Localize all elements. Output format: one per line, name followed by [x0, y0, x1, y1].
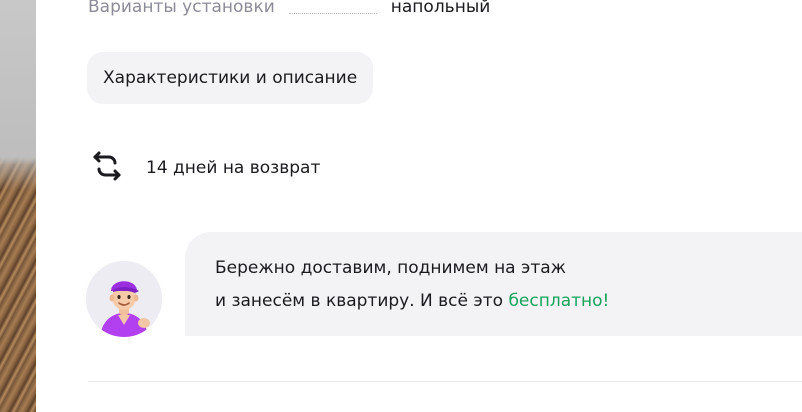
delivery-promo: Бережно доставим, поднимем на этаж и зан…	[86, 232, 802, 337]
return-arrows-icon	[90, 149, 146, 188]
delivery-line-2: и занесём в квартиру. И всё это бесплатн…	[215, 285, 795, 318]
returns-info: 14 дней на возврат	[90, 150, 320, 186]
spec-dotted-leader	[288, 12, 377, 14]
delivery-line-2-text: и занесём в квартиру. И всё это	[215, 291, 509, 311]
section-divider	[88, 381, 802, 382]
delivery-message-bubble: Бережно доставим, поднимем на этаж и зан…	[185, 232, 802, 336]
delivery-line-1: Бережно доставим, поднимем на этаж	[215, 258, 566, 278]
delivery-free-highlight: бесплатно!	[508, 291, 610, 311]
spec-label: Варианты установки	[88, 0, 275, 17]
characteristics-button[interactable]: Характеристики и описание	[87, 52, 374, 104]
returns-text: 14 дней на возврат	[146, 158, 321, 178]
spec-value: напольный	[390, 0, 491, 17]
characteristics-button-label: Характеристики и описание	[103, 68, 358, 88]
product-photo-edge	[0, 0, 36, 412]
spec-row-installation: Варианты установки напольный	[88, 0, 788, 20]
courier-avatar	[86, 261, 162, 337]
